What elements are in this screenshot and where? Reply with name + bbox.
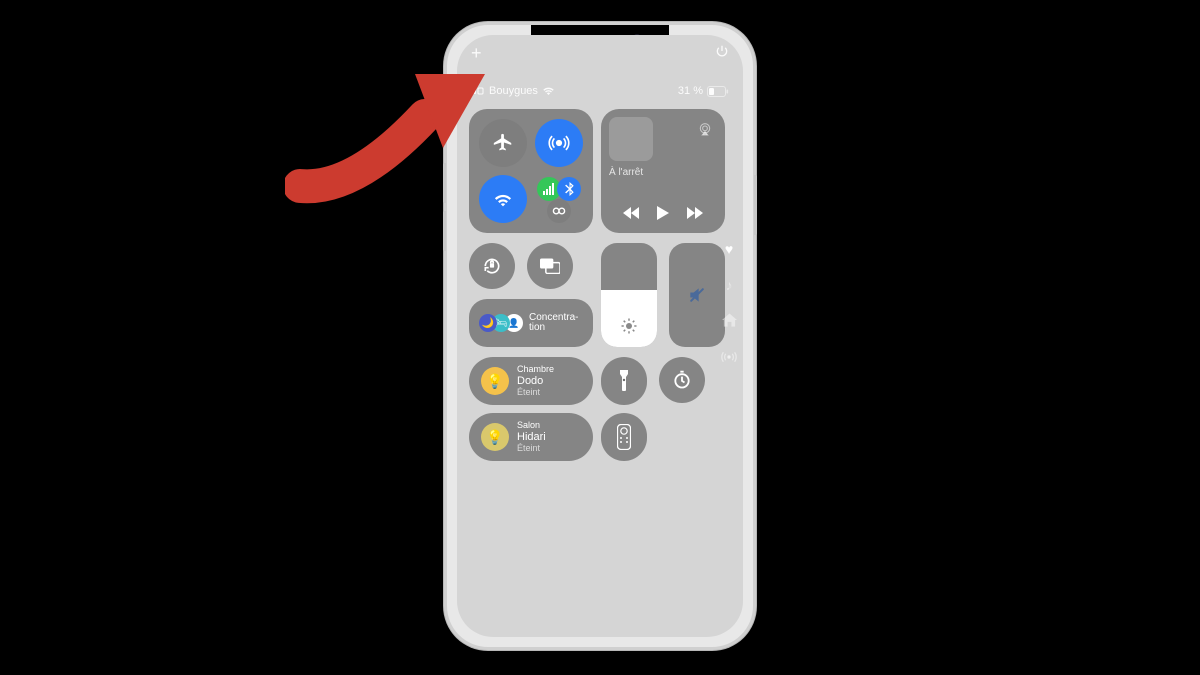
dual-sim-icon bbox=[471, 87, 485, 95]
airplay-icon[interactable] bbox=[697, 121, 713, 142]
previous-track-button[interactable] bbox=[623, 206, 639, 225]
accessory-state: Éteint bbox=[517, 387, 554, 398]
next-track-button[interactable] bbox=[687, 206, 703, 225]
play-button[interactable] bbox=[657, 206, 669, 225]
home-icon[interactable] bbox=[721, 313, 737, 330]
status-row: Bouygues 31 % bbox=[471, 83, 729, 99]
now-playing-artwork bbox=[609, 117, 653, 161]
wifi-status-icon bbox=[542, 86, 555, 96]
apple-tv-remote-button[interactable] bbox=[601, 413, 647, 461]
airdrop-toggle[interactable] bbox=[535, 119, 583, 167]
bulb-icon: 💡 bbox=[481, 423, 509, 451]
media-tile[interactable]: À l'arrêt bbox=[601, 109, 725, 233]
room-label: Salon bbox=[517, 420, 546, 431]
music-icon[interactable]: ♪ bbox=[721, 277, 737, 293]
mute-icon bbox=[669, 285, 725, 305]
control-center-side-icons: ♥ ♪ bbox=[725, 241, 733, 366]
brightness-slider[interactable] bbox=[601, 243, 657, 347]
screen-mirroring-icon bbox=[540, 258, 560, 274]
bulb-icon: 💡 bbox=[481, 367, 509, 395]
home-accessory-hidari[interactable]: 💡 Salon Hidari Éteint bbox=[469, 413, 593, 461]
orientation-lock-toggle[interactable] bbox=[469, 243, 515, 289]
control-center-screen: + Bouygues 31 % bbox=[457, 35, 743, 637]
add-controls-icon[interactable]: + bbox=[471, 43, 482, 64]
media-status-label: À l'arrêt bbox=[609, 167, 717, 178]
airplane-icon bbox=[492, 132, 514, 154]
flashlight-button[interactable] bbox=[601, 357, 647, 405]
carrier-label: Bouygues bbox=[489, 85, 538, 97]
room-label: Chambre bbox=[517, 364, 554, 375]
hotspot-toggle[interactable] bbox=[547, 199, 571, 223]
volume-slider[interactable] bbox=[669, 243, 725, 347]
focus-tile[interactable]: 🌙 🛏 👤 Concentra- tion bbox=[469, 299, 593, 347]
battery-icon bbox=[707, 86, 729, 97]
bluetooth-icon bbox=[564, 182, 575, 196]
remote-icon bbox=[617, 424, 631, 450]
cell-bt-hotspot-cluster[interactable] bbox=[535, 175, 583, 223]
accessory-state: Éteint bbox=[517, 443, 546, 454]
focus-label: Concentra- tion bbox=[529, 313, 578, 333]
flashlight-icon bbox=[618, 370, 630, 392]
iphone-frame: + Bouygues 31 % bbox=[444, 22, 756, 650]
brightness-icon bbox=[601, 317, 657, 335]
connectivity-tile[interactable] bbox=[469, 109, 593, 233]
side-button bbox=[754, 175, 757, 235]
orientation-lock-icon bbox=[482, 256, 502, 276]
home-accessory-dodo[interactable]: 💡 Chambre Dodo Éteint bbox=[469, 357, 593, 405]
bluetooth-toggle[interactable] bbox=[557, 177, 581, 201]
timer-icon bbox=[672, 370, 692, 390]
volume-down-button bbox=[443, 211, 446, 251]
control-center-topbar: + bbox=[457, 41, 743, 61]
wifi-toggle[interactable] bbox=[479, 175, 527, 223]
power-icon[interactable] bbox=[715, 44, 729, 63]
hotspot-icon bbox=[552, 206, 566, 216]
battery-percent: 31 % bbox=[678, 85, 703, 97]
volume-up-button bbox=[443, 163, 446, 203]
moon-icon: 🌙 bbox=[479, 314, 497, 332]
accessory-name: Dodo bbox=[517, 375, 554, 387]
silence-switch bbox=[443, 123, 446, 145]
heart-icon[interactable]: ♥ bbox=[721, 241, 737, 257]
signal-bars-icon bbox=[543, 183, 555, 195]
timer-button[interactable] bbox=[659, 357, 705, 403]
wifi-icon bbox=[492, 188, 514, 210]
broadcast-icon[interactable] bbox=[721, 350, 737, 366]
accessory-name: Hidari bbox=[517, 431, 546, 443]
airplane-mode-toggle[interactable] bbox=[479, 119, 527, 167]
screen-mirroring-button[interactable] bbox=[527, 243, 573, 289]
airdrop-icon bbox=[548, 132, 570, 154]
